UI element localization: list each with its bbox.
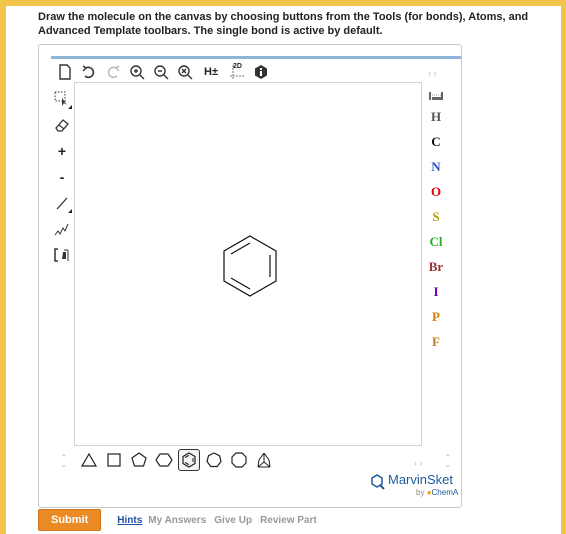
triangle-template-icon[interactable] [78, 449, 100, 471]
editor-top-bar [51, 56, 461, 59]
square-template-icon[interactable] [103, 449, 125, 471]
atom-button-c[interactable]: C [424, 129, 448, 154]
marvin-logo: MarvinSket by ●ChemA [370, 472, 460, 502]
review-part-link[interactable]: Review Part [260, 515, 317, 526]
zoom-reset-icon[interactable] [174, 62, 196, 82]
templates-scroll-left-icon[interactable]: ⌃ ⌄ [60, 454, 68, 469]
footer-bar: Submit Hints My Answers Give Up Review P… [38, 509, 325, 531]
logo-name: MarvinSket [388, 472, 454, 487]
top-toolbar-scroll-icon[interactable]: ‹ › [428, 68, 437, 78]
h-toggle-button[interactable]: H± [198, 62, 224, 82]
logo-by-text: by [416, 488, 425, 497]
templates-toolbar [78, 448, 278, 472]
marvin-logo-icon [371, 474, 385, 490]
pentagon-template-icon[interactable] [128, 449, 150, 471]
hexagon-template-icon[interactable] [153, 449, 175, 471]
minus-charge-button[interactable]: - [52, 164, 72, 190]
bracket-icon[interactable] [52, 242, 72, 268]
periodic-table-icon[interactable] [424, 86, 448, 104]
frame-border-right [561, 0, 566, 534]
info-icon[interactable] [250, 62, 272, 82]
clean-2d-label: 2D [233, 63, 242, 70]
templates-scroll-right-icon[interactable]: ‹ › [414, 458, 423, 468]
my-answers-link[interactable]: My Answers [148, 515, 206, 526]
atom-button-cl[interactable]: Cl [424, 229, 448, 254]
atom-button-n[interactable]: N [424, 154, 448, 179]
new-document-icon[interactable] [54, 62, 76, 82]
instructions-text: Draw the molecule on the canvas by choos… [38, 11, 529, 37]
atom-button-i[interactable]: I [424, 279, 448, 304]
atom-button-o[interactable]: O [424, 179, 448, 204]
octagon-template-icon[interactable] [228, 449, 250, 471]
chain-icon[interactable] [52, 216, 72, 242]
clean-2d-icon[interactable]: 2D [226, 62, 248, 82]
top-toolbar: H± 2D [54, 62, 274, 82]
eraser-icon[interactable] [52, 112, 72, 138]
single-bond-icon[interactable] [52, 190, 72, 216]
atoms-toolbar: H C N O S Cl Br I P F [424, 86, 448, 354]
atom-button-h[interactable]: H [424, 104, 448, 129]
atom-button-f[interactable]: F [424, 329, 448, 354]
bicyclic-template-icon[interactable] [253, 449, 275, 471]
logo-by: by ●ChemA [416, 488, 458, 497]
atom-button-p[interactable]: P [424, 304, 448, 329]
logo-company: ChemA [431, 488, 459, 497]
heptagon-template-icon[interactable] [203, 449, 225, 471]
undo-icon[interactable] [78, 62, 100, 82]
select-icon[interactable] [52, 86, 72, 112]
atom-button-br[interactable]: Br [424, 254, 448, 279]
submit-button[interactable]: Submit [38, 509, 102, 531]
frame-border-top [0, 0, 566, 6]
frame-border-left [0, 0, 6, 534]
give-up-link[interactable]: Give Up [214, 515, 252, 526]
zoom-in-icon[interactable] [126, 62, 148, 82]
redo-icon[interactable] [102, 62, 124, 82]
zoom-out-icon[interactable] [150, 62, 172, 82]
hints-link[interactable]: Hints [117, 515, 142, 526]
drawing-canvas[interactable] [74, 82, 422, 446]
templates-scroll-updown-icon[interactable]: ⌃ ⌄ [444, 454, 452, 469]
benzene-template-icon[interactable] [178, 449, 200, 471]
left-toolbar: + - [52, 86, 72, 268]
benzene-molecule[interactable] [221, 233, 279, 299]
atom-button-s[interactable]: S [424, 204, 448, 229]
plus-charge-button[interactable]: + [52, 138, 72, 164]
